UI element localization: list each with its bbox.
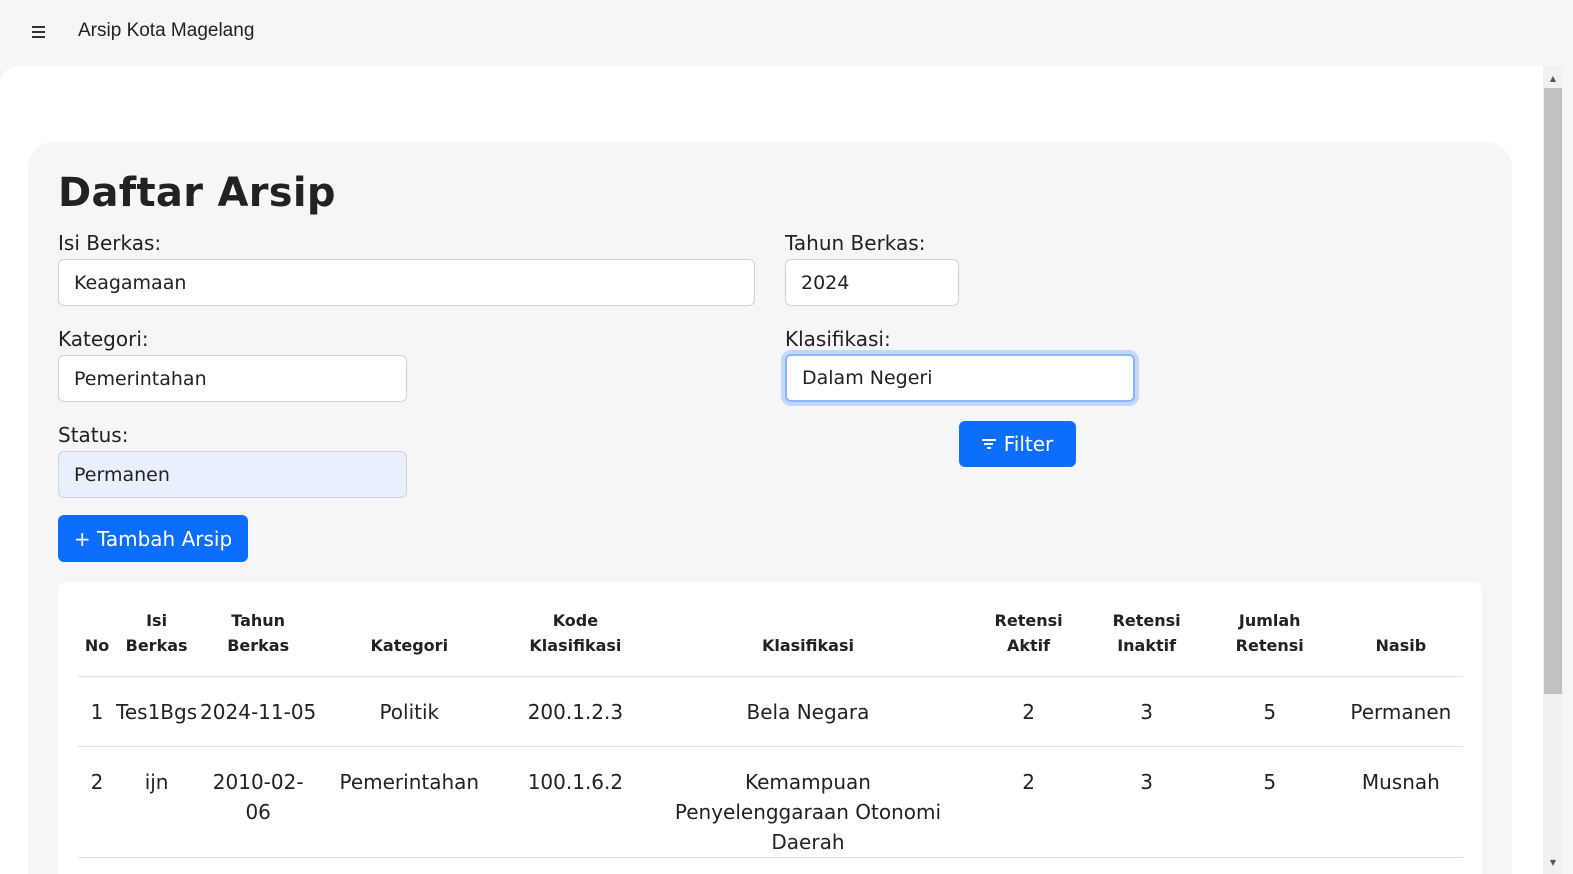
status-label: Status: bbox=[58, 423, 129, 447]
cell-retensi-inaktif: 3 bbox=[1140, 699, 1153, 724]
filter-button[interactable]: Filter bbox=[959, 421, 1076, 467]
column-header-klasifikasi: Klasifikasi bbox=[761, 635, 854, 655]
vertical-scrollbar[interactable]: ▲ ▼ bbox=[1543, 66, 1563, 874]
scroll-thumb[interactable] bbox=[1544, 88, 1562, 694]
status-input[interactable] bbox=[58, 451, 407, 498]
table-row: 1 Tes1Bgs 2024-11-05 Politik 200.1.2.3 B… bbox=[78, 676, 1463, 746]
column-header-retensi-inaktif: Retensi Inaktif bbox=[1112, 610, 1181, 655]
top-bar: Arsip Kota Magelang bbox=[0, 0, 1573, 66]
column-header-retensi-aktif: Retensi Aktif bbox=[994, 610, 1063, 655]
cell-no: 2 bbox=[90, 769, 104, 794]
kategori-label: Kategori: bbox=[58, 327, 149, 351]
cell-nasib: Permanen bbox=[1350, 699, 1452, 724]
column-header-tahun-berkas: Tahun Berkas bbox=[227, 610, 290, 655]
isi-berkas-input[interactable] bbox=[58, 259, 755, 306]
tahun-berkas-label: Tahun Berkas: bbox=[785, 231, 926, 255]
cell-klasifikasi: Bela Negara bbox=[746, 699, 870, 724]
cell-tahun-berkas: 2024-11-05 bbox=[200, 699, 317, 724]
cell-isi-berkas: Tes1Bgs bbox=[116, 699, 198, 724]
kategori-input[interactable] bbox=[58, 355, 407, 402]
tahun-berkas-input[interactable] bbox=[785, 259, 959, 306]
table-header-row: No Isi Berkas Tahun Berkas Kategori Kode… bbox=[78, 582, 1463, 676]
isi-berkas-label: Isi Berkas: bbox=[58, 231, 162, 255]
cell-jumlah-retensi: 5 bbox=[1263, 699, 1277, 724]
table-row: 2 ijn 2010-02-06 Pemerintahan 100.1.6.2 … bbox=[78, 746, 1463, 857]
cell-kode-klasifikasi: 100.1.6.2 bbox=[527, 769, 624, 794]
filter-button-label: Filter bbox=[1003, 432, 1054, 456]
page-title: Daftar Arsip bbox=[58, 170, 336, 216]
archive-table: No Isi Berkas Tahun Berkas Kategori Kode… bbox=[78, 582, 1463, 858]
archive-table-container: No Isi Berkas Tahun Berkas Kategori Kode… bbox=[58, 582, 1482, 874]
column-header-nasib: Nasib bbox=[1375, 635, 1427, 655]
scroll-down-arrow-icon[interactable]: ▼ bbox=[1543, 852, 1563, 872]
column-header-kategori: Kategori bbox=[370, 635, 449, 655]
cell-kode-klasifikasi: 200.1.2.3 bbox=[527, 699, 624, 724]
cell-nasib: Musnah bbox=[1361, 769, 1440, 794]
app-title: Arsip Kota Magelang bbox=[78, 20, 255, 41]
cell-kategori: Politik bbox=[379, 699, 440, 724]
cell-retensi-aktif: 2 bbox=[1022, 699, 1035, 724]
column-header-kode-klasifikasi: Kode Klasifikasi bbox=[529, 610, 622, 655]
cell-tahun-berkas: 2010-02-06 bbox=[212, 769, 304, 824]
cell-retensi-aktif: 2 bbox=[1022, 769, 1035, 794]
filter-icon bbox=[981, 439, 996, 449]
cell-retensi-inaktif: 3 bbox=[1140, 769, 1153, 794]
klasifikasi-label: Klasifikasi: bbox=[785, 327, 891, 351]
column-header-no: No bbox=[84, 635, 110, 655]
scroll-up-arrow-icon[interactable]: ▲ bbox=[1543, 68, 1563, 88]
hamburger-menu-icon[interactable] bbox=[26, 20, 50, 44]
column-header-isi-berkas: Isi Berkas bbox=[125, 610, 188, 655]
cell-klasifikasi: Kemampuan Penyelenggaraan Otonomi Daerah bbox=[674, 769, 942, 854]
klasifikasi-input[interactable] bbox=[785, 354, 1135, 402]
add-archive-button[interactable]: + Tambah Arsip bbox=[58, 515, 248, 562]
cell-kategori: Pemerintahan bbox=[339, 769, 480, 794]
cell-no: 1 bbox=[90, 699, 104, 724]
cell-isi-berkas: ijn bbox=[144, 769, 169, 794]
column-header-jumlah-retensi: Jumlah Retensi bbox=[1235, 610, 1304, 655]
cell-jumlah-retensi: 5 bbox=[1263, 769, 1277, 794]
